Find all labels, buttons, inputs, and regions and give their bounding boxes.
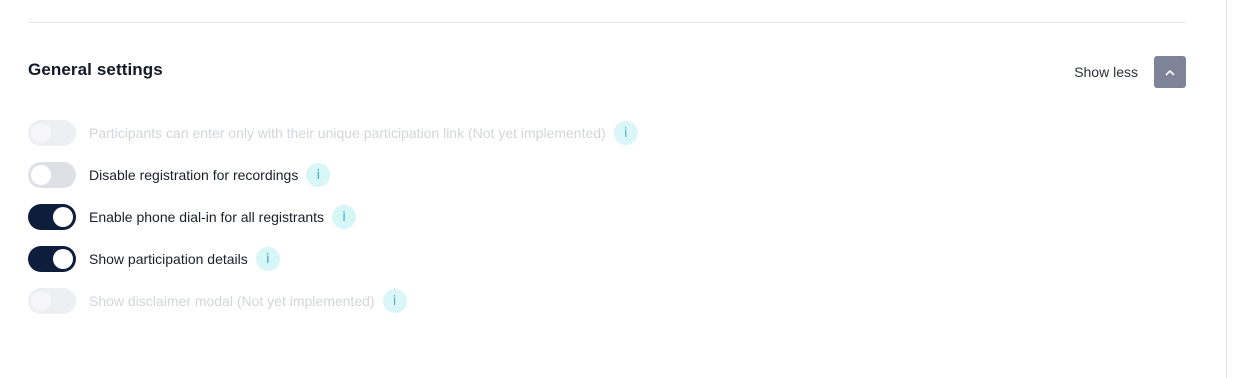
collapse-section-button[interactable] xyxy=(1154,56,1186,88)
disable-recording-registration-toggle[interactable] xyxy=(28,162,76,188)
show-less-link[interactable]: Show less xyxy=(1074,64,1138,80)
info-icon[interactable]: i xyxy=(332,205,357,229)
settings-page: General settings Show less Participants … xyxy=(0,0,1249,378)
setting-phone-dial-in: Enable phone dial-in for all registrants… xyxy=(28,204,928,230)
setting-participation-details: Show participation details i xyxy=(28,246,928,272)
info-icon[interactable]: i xyxy=(255,247,280,271)
setting-unique-link: Participants can enter only with their u… xyxy=(28,120,928,146)
chevron-up-icon xyxy=(1165,69,1175,75)
section-divider xyxy=(28,22,1186,23)
main-content: General settings Show less Participants … xyxy=(0,0,1226,378)
setting-label: Show disclaimer modal (Not yet implement… xyxy=(89,293,375,309)
panel-divider xyxy=(1226,0,1227,378)
setting-label: Disable registration for recordings xyxy=(89,167,299,183)
toggle-knob xyxy=(31,291,51,311)
participation-details-toggle[interactable] xyxy=(28,246,76,272)
info-icon[interactable]: i xyxy=(306,163,331,187)
setting-label: Participants can enter only with their u… xyxy=(89,125,606,141)
unique-link-toggle xyxy=(28,120,76,146)
info-icon[interactable]: i xyxy=(613,121,638,145)
toggle-knob xyxy=(31,123,51,143)
disclaimer-modal-toggle xyxy=(28,288,76,314)
setting-label: Enable phone dial-in for all registrants xyxy=(89,209,325,225)
toggle-knob xyxy=(31,165,51,185)
toggle-knob xyxy=(53,249,73,269)
info-icon[interactable]: i xyxy=(382,289,407,313)
section-title: General settings xyxy=(28,60,163,79)
phone-dial-in-toggle[interactable] xyxy=(28,204,76,230)
settings-list: Participants can enter only with their u… xyxy=(28,120,928,330)
setting-disclaimer-modal: Show disclaimer modal (Not yet implement… xyxy=(28,288,928,314)
setting-label: Show participation details xyxy=(89,251,248,267)
toggle-knob xyxy=(53,207,73,227)
setting-disable-recording-registration: Disable registration for recordings i xyxy=(28,162,928,188)
